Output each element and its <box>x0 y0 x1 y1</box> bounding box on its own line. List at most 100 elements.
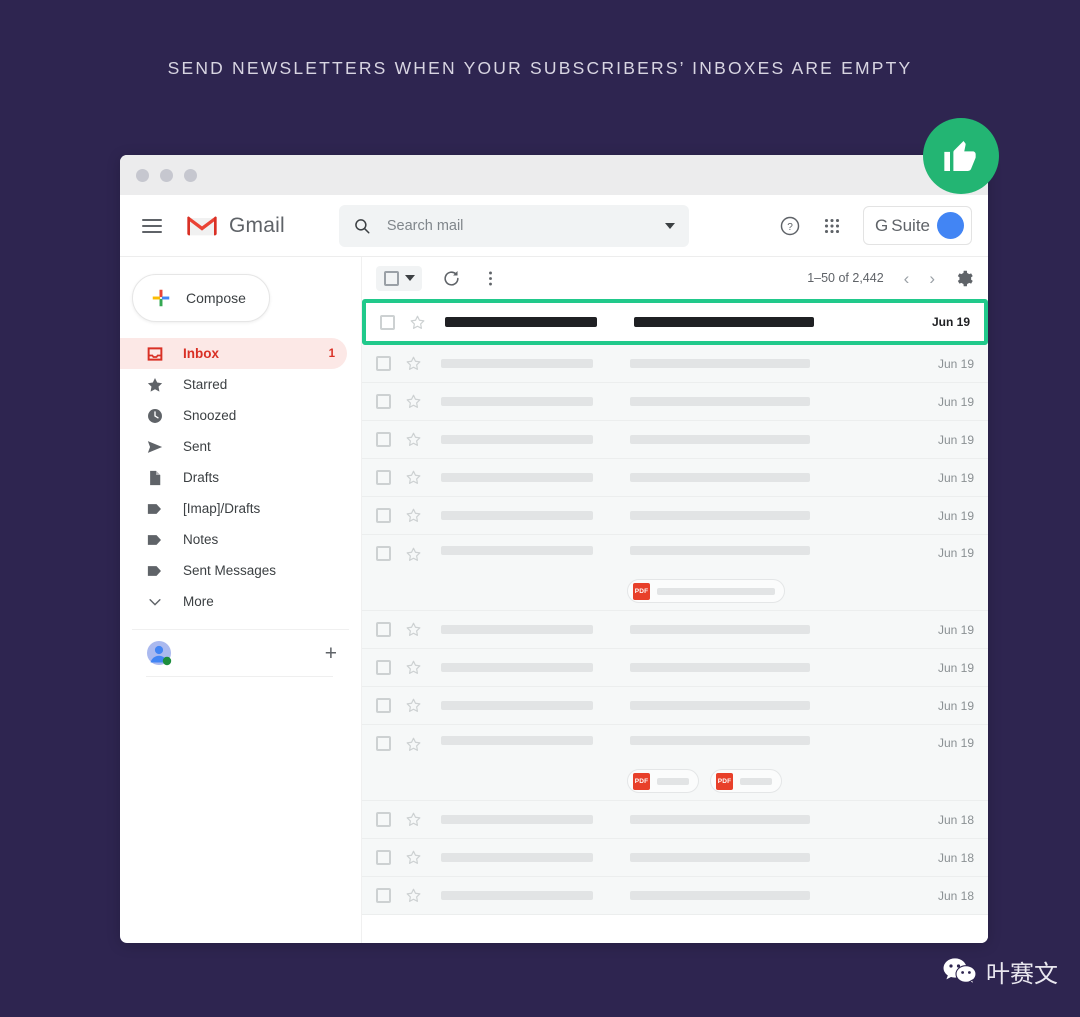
draft-page-icon <box>150 470 161 485</box>
table-row[interactable]: Jun 19 <box>362 421 988 459</box>
row-checkbox[interactable] <box>376 546 391 561</box>
plus-icon <box>152 289 170 307</box>
more-options-button[interactable] <box>481 269 500 288</box>
subject-placeholder <box>630 435 810 444</box>
row-checkbox[interactable] <box>376 470 391 485</box>
chat-contact-row: + <box>120 630 361 676</box>
table-row[interactable]: Jun 19 <box>362 345 988 383</box>
subject-placeholder <box>630 359 810 368</box>
window-close-dot[interactable] <box>136 168 149 182</box>
search-icon <box>355 218 370 233</box>
sidebar-item-drafts[interactable]: Drafts <box>120 462 347 493</box>
chevron-down-icon[interactable] <box>664 222 675 229</box>
apps-grid-icon[interactable] <box>821 215 843 237</box>
star-icon[interactable] <box>405 697 422 714</box>
add-contact-button[interactable]: + <box>325 643 337 664</box>
table-row[interactable]: Jun 18 <box>362 839 988 877</box>
sidebar-item-notes[interactable]: Notes <box>120 524 347 555</box>
star-icon[interactable] <box>405 849 422 866</box>
row-checkbox[interactable] <box>376 698 391 713</box>
star-icon[interactable] <box>405 621 422 638</box>
star-icon[interactable] <box>405 355 422 372</box>
gsuite-account-button[interactable]: G Suite <box>863 206 972 245</box>
star-icon[interactable] <box>405 811 422 828</box>
table-row[interactable]: Jun 19 PDF PDF <box>362 725 988 801</box>
sender-placeholder <box>441 435 593 444</box>
sidebar-item-inbox[interactable]: Inbox 1 <box>120 338 347 369</box>
attachment-chip[interactable]: PDF <box>627 579 785 603</box>
subject-placeholder <box>630 625 810 634</box>
header-actions: ? G Suite <box>779 206 972 245</box>
row-checkbox[interactable] <box>376 394 391 409</box>
star-icon[interactable] <box>405 469 422 486</box>
gmail-brand-label: Gmail <box>229 213 285 237</box>
sidebar-item-sent-messages[interactable]: Sent Messages <box>120 555 347 586</box>
table-row[interactable]: Jun 19 <box>362 459 988 497</box>
row-checkbox[interactable] <box>376 432 391 447</box>
row-date: Jun 19 <box>937 394 974 409</box>
star-icon[interactable] <box>405 736 422 753</box>
table-row[interactable]: Jun 19 PDF <box>362 535 988 611</box>
star-icon[interactable] <box>409 314 426 331</box>
table-row[interactable]: Jun 19 <box>366 303 984 341</box>
sidebar-item-sent[interactable]: Sent <box>120 431 347 462</box>
table-row[interactable]: Jun 19 <box>362 383 988 421</box>
star-icon[interactable] <box>405 431 422 448</box>
mail-rows-container: Jun 19 Jun 19 Jun 19 Jun 19 Jun 19 Jun 19 Jun … <box>362 299 988 915</box>
star-icon[interactable] <box>405 393 422 410</box>
row-checkbox[interactable] <box>376 812 391 827</box>
sidebar-item-snoozed[interactable]: Snoozed <box>120 400 347 431</box>
svg-text:?: ? <box>787 222 793 233</box>
sender-placeholder <box>441 891 593 900</box>
search-bar[interactable]: Search mail <box>338 204 689 247</box>
compose-button[interactable]: Compose <box>132 274 270 322</box>
star-icon[interactable] <box>405 546 422 563</box>
avatar[interactable] <box>937 212 964 239</box>
pdf-icon: PDF <box>633 582 650 600</box>
chevron-down-icon[interactable] <box>405 275 415 281</box>
prev-page-button[interactable]: ‹ <box>904 270 910 287</box>
refresh-button[interactable] <box>442 269 461 288</box>
sidebar-item-label: Inbox <box>183 346 219 361</box>
star-icon[interactable] <box>405 507 422 524</box>
row-checkbox[interactable] <box>376 622 391 637</box>
help-question-icon[interactable]: ? <box>779 215 801 237</box>
window-maximize-dot[interactable] <box>184 168 197 182</box>
row-checkbox[interactable] <box>380 314 395 330</box>
gear-icon[interactable] <box>955 269 974 288</box>
table-row[interactable]: Jun 19 <box>362 687 988 725</box>
attachment-chip[interactable]: PDF <box>710 769 782 793</box>
select-all-checkbox[interactable] <box>376 265 422 291</box>
window-minimize-dot[interactable] <box>160 168 173 182</box>
sidebar-item-starred[interactable]: Starred <box>120 369 347 400</box>
row-checkbox[interactable] <box>376 736 391 751</box>
sidebar-item-more[interactable]: More <box>120 586 347 617</box>
row-checkbox[interactable] <box>376 888 391 903</box>
row-date: Jun 19 <box>937 508 974 523</box>
table-row[interactable]: Jun 19 <box>362 649 988 687</box>
table-row[interactable]: Jun 19 <box>362 497 988 535</box>
star-icon[interactable] <box>405 887 422 904</box>
next-page-button[interactable]: › <box>929 270 935 287</box>
table-row[interactable]: Jun 18 <box>362 801 988 839</box>
hamburger-icon[interactable] <box>142 218 162 233</box>
sender-placeholder <box>441 736 593 745</box>
row-checkbox[interactable] <box>376 508 391 523</box>
search-input[interactable]: Search mail <box>387 218 649 234</box>
contact-avatar-icon[interactable] <box>146 640 172 666</box>
watermark: 叶赛文 <box>943 954 1058 989</box>
row-date: Jun 19 <box>931 315 970 329</box>
row-date: Jun 18 <box>937 850 974 865</box>
row-date: Jun 19 <box>937 736 974 750</box>
gmail-m-logo <box>187 216 217 235</box>
sidebar-item-imap-drafts[interactable]: [Imap]/Drafts <box>120 493 347 524</box>
clock-icon <box>148 408 162 423</box>
star-icon[interactable] <box>405 659 422 676</box>
table-row[interactable]: Jun 18 <box>362 877 988 915</box>
sidebar-item-label: Sent <box>183 439 211 454</box>
attachment-chip[interactable]: PDF <box>627 769 699 793</box>
row-checkbox[interactable] <box>376 850 391 865</box>
row-checkbox[interactable] <box>376 660 391 675</box>
table-row[interactable]: Jun 19 <box>362 611 988 649</box>
row-checkbox[interactable] <box>376 356 391 371</box>
